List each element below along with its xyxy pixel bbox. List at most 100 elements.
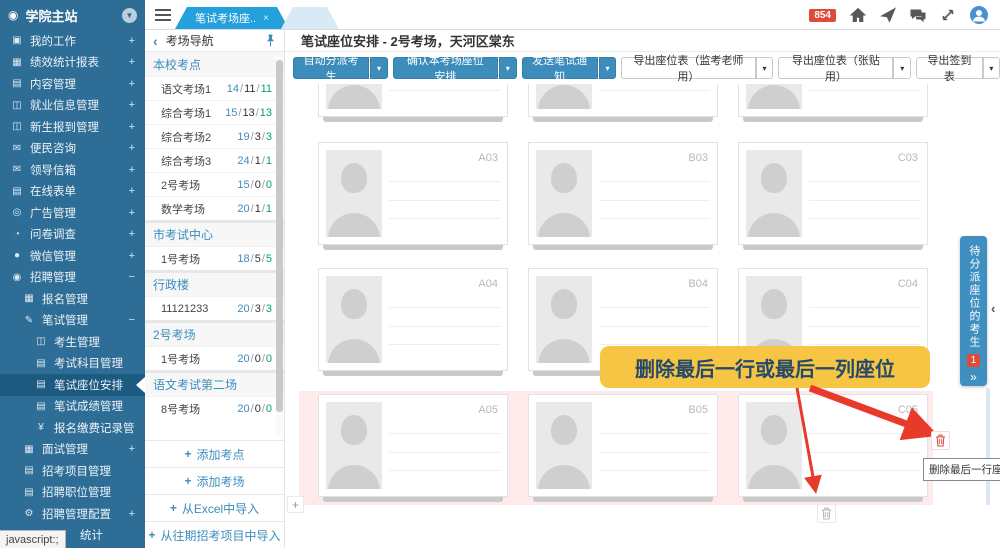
confirm-seating-caret[interactable]: ▾ [499,57,517,79]
sidebar-item-payment-records[interactable]: ¥报名缴费记录管理 [0,417,145,439]
sidebar-item-interview-mgmt[interactable]: ▦面试管理+ [0,439,145,461]
export-seating-poster-button[interactable]: 导出座位表（张贴用） [778,57,893,79]
back-chevron-icon[interactable]: ‹ [153,33,158,49]
export-seating-poster-caret[interactable]: ▾ [893,57,911,79]
venue-room[interactable]: 综合考场115/13/13 [145,100,284,124]
seat-card-A05[interactable]: A05 [318,394,508,502]
seat-card-B05[interactable]: B05 [528,394,718,502]
seat-card-A03[interactable]: A03 [318,142,508,250]
send-notice-caret[interactable]: ▾ [599,57,616,79]
mail-icon: ✉ [10,164,24,175]
auto-assign-caret[interactable]: ▾ [370,57,387,79]
venue-room[interactable]: 综合考场324/1/1 [145,148,284,172]
chevron-down-icon[interactable]: ▼ [122,8,137,23]
pin-icon[interactable] [265,34,276,47]
venue-section[interactable]: 市考试中心 [145,220,284,246]
venue-section[interactable]: 语文考试第二场 [145,370,284,396]
venue-section[interactable]: 2号考场 [145,320,284,346]
annotation-callout: 删除最后一行或最后一列座位 [600,346,930,388]
sidebar-item-recruit-project-mgmt[interactable]: ▤招考项目管理 [0,460,145,482]
fullscreen-icon[interactable] [940,7,956,23]
sidebar-item-recruit-config[interactable]: ⚙招聘管理配置+ [0,503,145,525]
idcard-icon: ▤ [22,487,36,498]
venue-scrollbar[interactable] [276,54,283,438]
venue-section[interactable]: 行政楼 [145,270,284,296]
add-room-button[interactable]: +添加考场 [145,467,284,494]
seat-label: C04 [809,276,920,307]
venue-room[interactable]: 1112123320/3/3 [145,296,284,320]
sidebar-item-survey[interactable]: ◔问卷调查+ [0,224,145,246]
send-notice-button[interactable]: 发送笔试通知 [522,57,598,79]
home-icon[interactable] [850,7,866,23]
sidebar-item-seat-arrangement[interactable]: ▤笔试座位安排 [0,374,145,396]
collapse-panel-icon[interactable]: ‹ [991,301,995,316]
sidebar-item-performance-reports[interactable]: ▦绩效统计报表+ [0,52,145,74]
seat-row-last: A05 B05 C05 [318,394,928,502]
venue-room[interactable]: 1号考场18/5/5 [145,246,284,270]
venue-room[interactable]: 2号考场15/0/0 [145,172,284,196]
import-past-project-button[interactable]: +从往期招考项目中导入 [145,521,284,548]
ad-icon: ◎ [10,207,24,218]
auto-assign-button[interactable]: 自动分派考生 [293,57,369,79]
venue-section[interactable]: 本校考点 [145,52,284,76]
sidebar-item-leader-mailbox[interactable]: ✉领导信箱+ [0,159,145,181]
sidebar-item-wechat-mgmt[interactable]: ●微信管理+ [0,245,145,267]
sidebar-toggle-icon[interactable] [155,9,171,21]
scrollbar-thumb[interactable] [276,60,283,412]
sidebar-item-candidate-mgmt[interactable]: ◫考生管理 [0,331,145,353]
venue-room[interactable]: 语文考场114/11/11 [145,76,284,100]
delete-last-row-button[interactable] [931,431,950,450]
form-icon: ▤ [10,186,24,197]
sidebar-item-recruit-position-mgmt[interactable]: ▤招聘职位管理 [0,482,145,504]
comments-icon[interactable] [910,7,926,23]
user-avatar[interactable] [970,6,988,24]
sidebar-item-ad-mgmt[interactable]: ◎广告管理+ [0,202,145,224]
tab-ghost [281,7,339,29]
expand-panel-icon[interactable]: » [970,370,977,384]
venue-actions: +添加考点 +添加考场 +从Excel中导入 +从往期招考项目中导入 [145,440,284,548]
sidebar-item-freshman-registration[interactable]: ◫新生报到管理+ [0,116,145,138]
trash-icon [821,507,832,520]
add-seat-button[interactable]: + [287,496,304,513]
confirm-seating-button[interactable]: 确认本考场座位安排 [393,57,498,79]
sidebar-item-public-consult[interactable]: ✉便民咨询+ [0,138,145,160]
venue-room[interactable]: 综合考场219/3/3 [145,124,284,148]
export-seating-invigilator-button[interactable]: 导出座位表（监考老师用） [621,57,756,79]
sidebar-item-signup-mgmt[interactable]: ▦报名管理 [0,288,145,310]
import-excel-button[interactable]: +从Excel中导入 [145,494,284,521]
venue-room[interactable]: 数学考场20/1/1 [145,196,284,220]
venue-room[interactable]: 1号考场20/0/0 [145,346,284,370]
seat-card[interactable] [318,84,508,122]
send-icon[interactable] [880,7,896,23]
sidebar-item-employment-info[interactable]: ◫就业信息管理+ [0,95,145,117]
export-seating-invigilator-caret[interactable]: ▾ [756,57,774,79]
brand-header[interactable]: ◉ 学院主站 ▼ [0,0,145,30]
venue-room[interactable]: 8号考场20/0/0 [145,396,284,420]
tab-written-exam-room[interactable]: 笔试考场座.. × [175,7,289,29]
export-signin-button[interactable]: 导出签到表 [916,57,983,79]
seat-card-A04[interactable]: A04 [318,268,508,376]
card-shadow [533,497,713,502]
notification-badge[interactable]: 854 [809,9,836,22]
unassigned-candidates-tab[interactable]: 待分派座位的考生 1 » [960,236,987,386]
sidebar-item-recruit-mgmt[interactable]: ◉招聘管理− [0,267,145,289]
close-icon[interactable]: × [263,13,269,24]
export-signin-caret[interactable]: ▾ [983,57,1000,79]
sidebar-item-exam-score-mgmt[interactable]: ▤笔试成绩管理 [0,396,145,418]
sidebar-item-exam-subject-mgmt[interactable]: ▤考试科目管理 [0,353,145,375]
seat-card-C03[interactable]: C03 [738,142,928,250]
delete-last-column-button[interactable] [817,504,836,523]
seat-card[interactable] [738,84,928,122]
sidebar-item-online-forms[interactable]: ▤在线表单+ [0,181,145,203]
add-venue-button[interactable]: +添加考点 [145,440,284,467]
seat-card-C05[interactable]: C05 [738,394,928,502]
seat-card-B03[interactable]: B03 [528,142,718,250]
sidebar-item-content-mgmt[interactable]: ▤内容管理+ [0,73,145,95]
sidebar-item-written-exam-mgmt[interactable]: ✎笔试管理− [0,310,145,332]
seat-grid: A03 B03 C03 A04 B04 C04 A05 B05 C05 删除最后… [285,84,1000,548]
seat-card[interactable] [528,84,718,122]
main-sidebar: ◉ 学院主站 ▼ ▣我的工作+ ▦绩效统计报表+ ▤内容管理+ ◫就业信息管理+… [0,0,145,548]
users-icon: ◫ [10,121,24,132]
venue-nav-header: ‹ 考场导航 [145,30,284,52]
sidebar-item-my-work[interactable]: ▣我的工作+ [0,30,145,52]
